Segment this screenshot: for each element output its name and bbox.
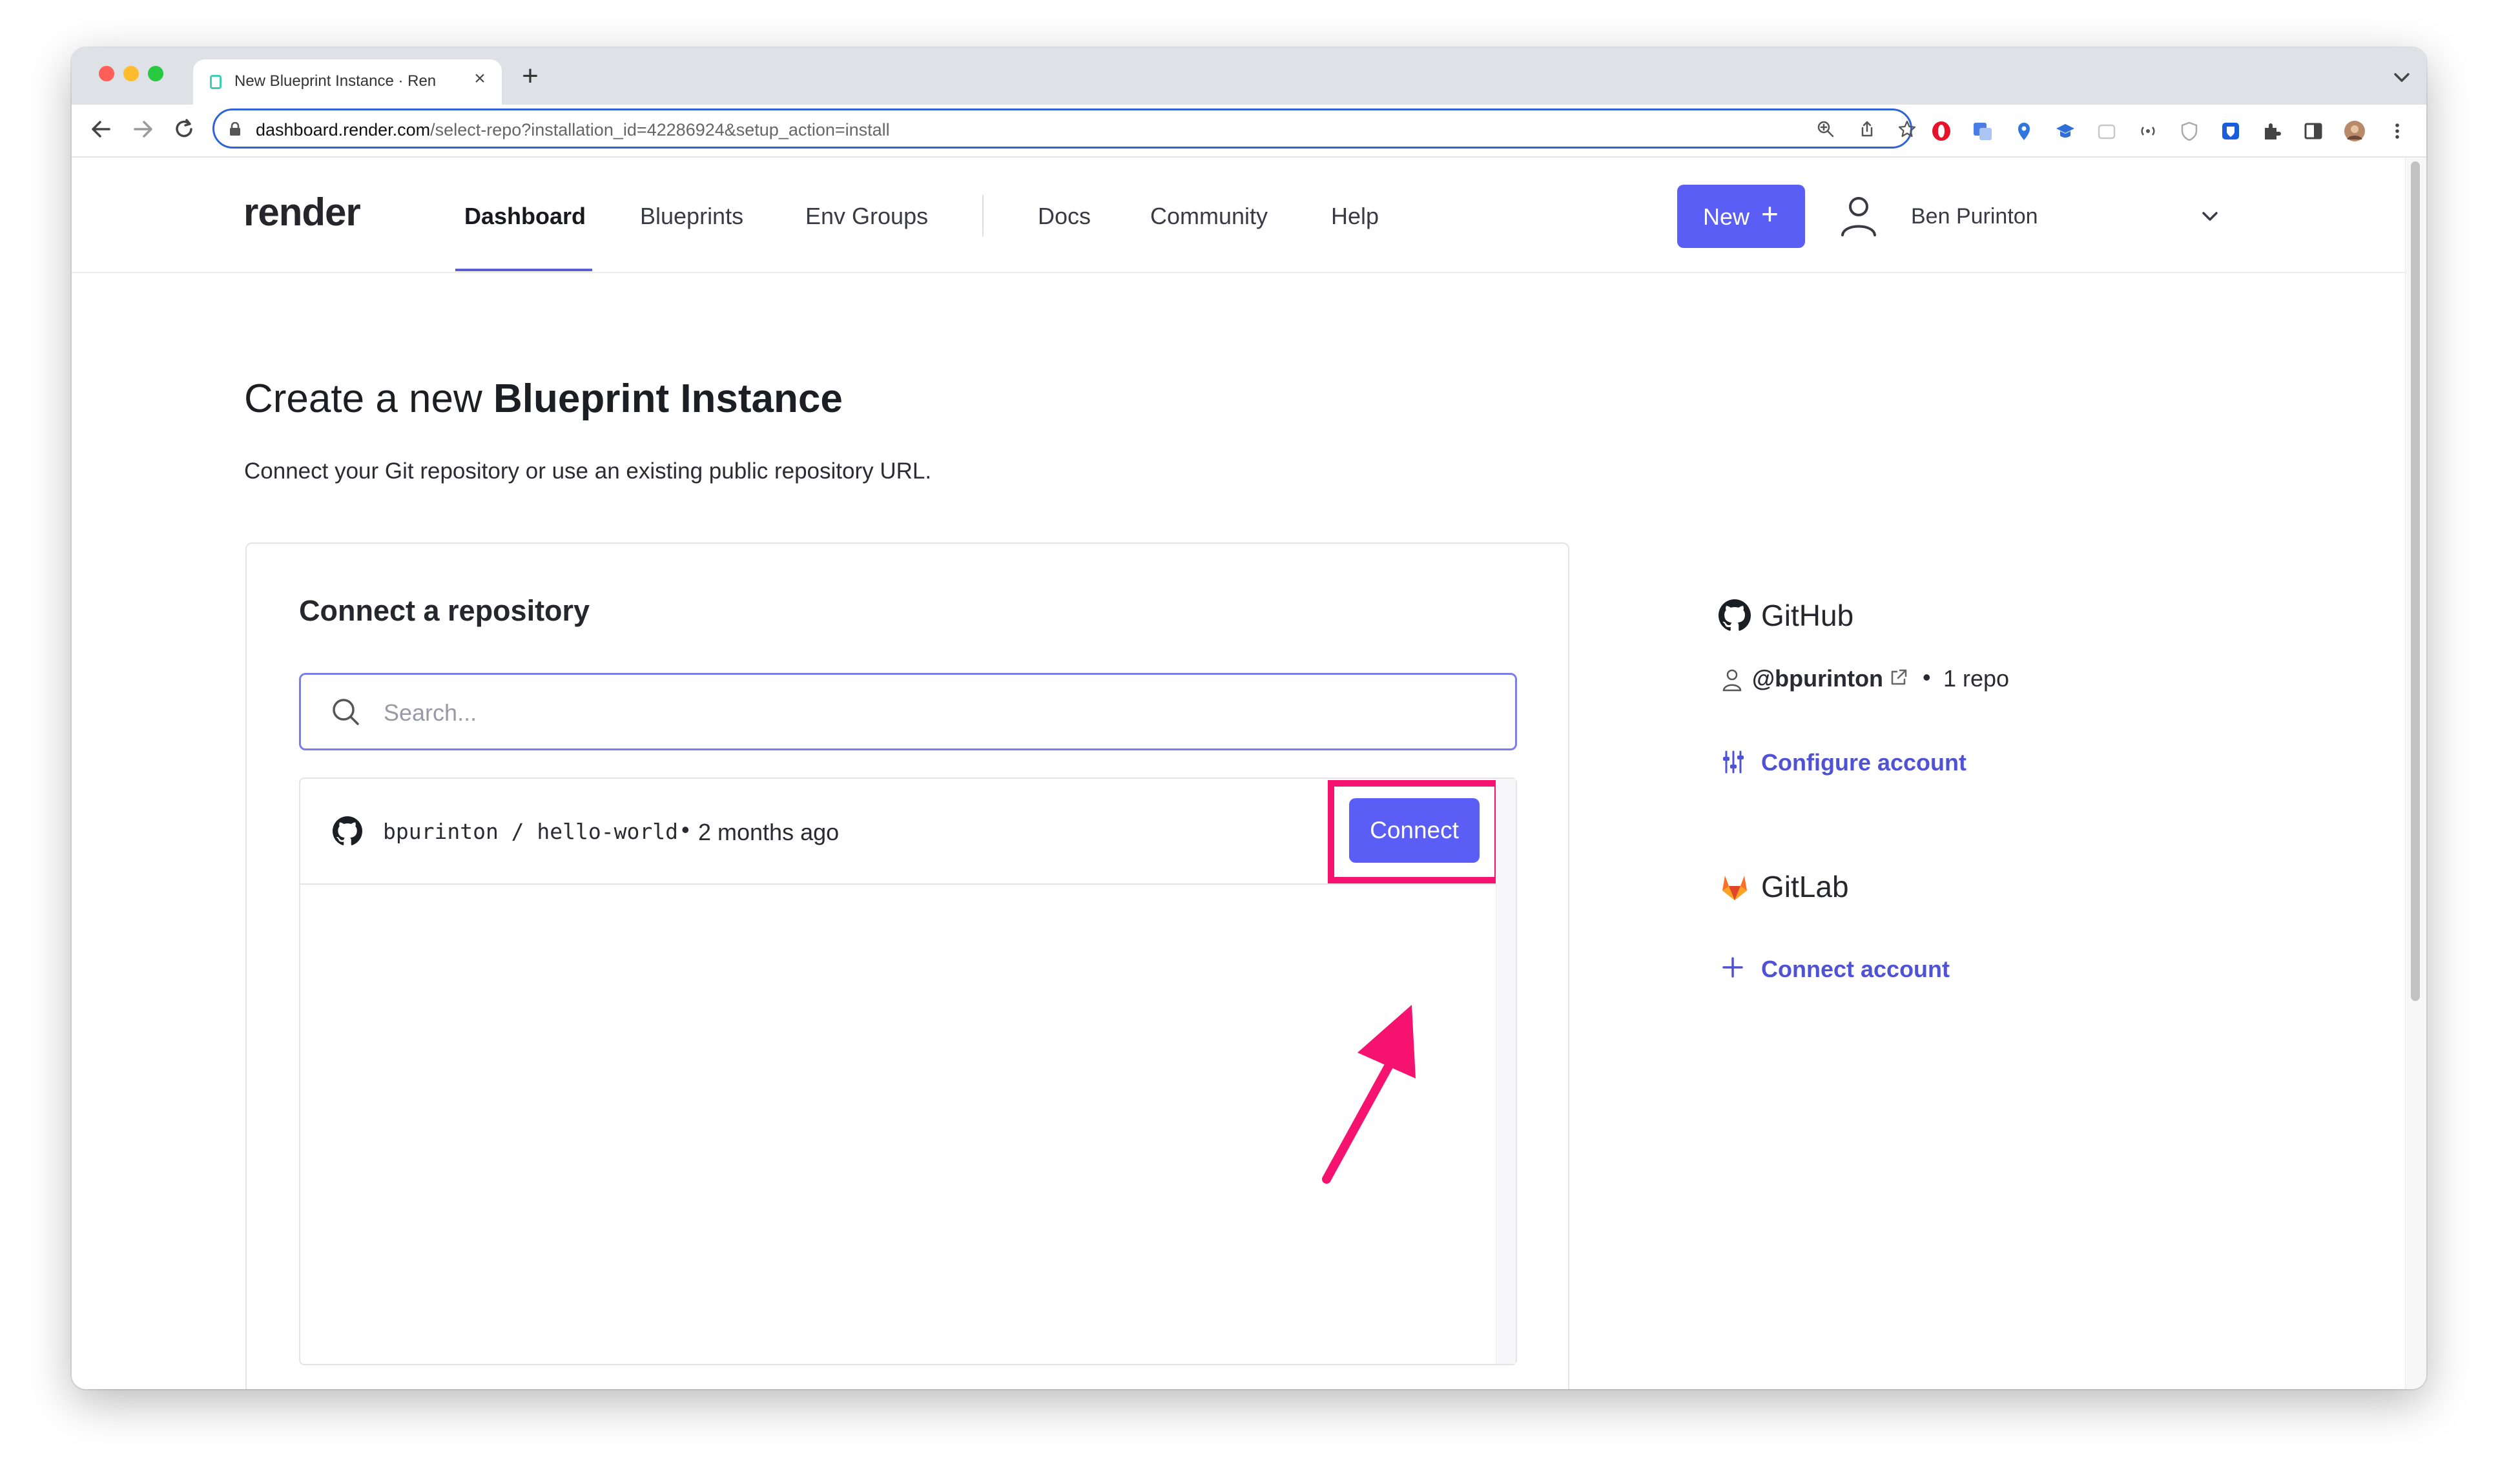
side-panel-icon[interactable] (2302, 120, 2324, 142)
bookmark-star-icon[interactable] (1897, 119, 1917, 139)
share-icon[interactable] (1857, 119, 1877, 139)
close-window-button[interactable] (99, 66, 114, 81)
repo-name: bpurinton / hello-world (383, 819, 678, 844)
connect-repo-card: Connect a repository Search... bpurinton… (245, 542, 1569, 1389)
app-navbar: render Dashboard Blueprints Env Groups D… (72, 158, 2406, 273)
opera-extension-icon[interactable] (1930, 120, 1952, 142)
github-username[interactable]: @bpurinton (1752, 665, 1883, 692)
reload-icon[interactable] (170, 115, 198, 143)
nav-help[interactable]: Help (1331, 203, 1379, 230)
chevron-down-icon[interactable] (2199, 207, 2221, 226)
github-separator: • (1923, 664, 1931, 690)
url-domain: dashboard.render.com (256, 120, 431, 139)
page-scrollbar[interactable] (2405, 158, 2426, 1389)
repo-row: bpurinton / hello-world • 2 months ago C… (300, 779, 1501, 885)
address-bar[interactable]: dashboard.render.com/select-repo?install… (212, 108, 1916, 149)
tab-search-chevron-icon[interactable] (2389, 65, 2415, 90)
forward-arrow-icon[interactable] (129, 115, 157, 143)
signal-extension-icon[interactable] (2137, 120, 2159, 142)
configure-account-link[interactable]: Configure account (1761, 749, 1966, 776)
location-extension-icon[interactable] (2013, 120, 2035, 142)
search-placeholder: Search... (384, 699, 477, 726)
page-title-prefix: Create a new (244, 376, 482, 421)
page-title-bold: Blueprint Instance (493, 376, 843, 421)
tab-close-button[interactable]: × (470, 68, 490, 89)
page-scrollbar-thumb[interactable] (2411, 161, 2420, 1001)
nav-community[interactable]: Community (1150, 203, 1268, 230)
nav-blueprints[interactable]: Blueprints (640, 203, 743, 230)
zoom-icon[interactable] (1816, 119, 1835, 139)
page-title: Create a new Blueprint Instance (244, 376, 843, 422)
new-button-label: New (1703, 203, 1750, 230)
tab-title: New Blueprint Instance · Ren (234, 72, 437, 90)
extensions-puzzle-icon[interactable] (2261, 120, 2283, 142)
repo-separator: • (681, 816, 690, 843)
translate-extension-icon[interactable] (1972, 120, 1994, 142)
gitlab-icon (1722, 876, 1747, 900)
user-avatar-icon[interactable] (1839, 192, 1879, 239)
nav-env-groups[interactable]: Env Groups (805, 203, 928, 230)
puzzle-gray-extension-icon[interactable] (2096, 120, 2118, 142)
github-icon (333, 816, 362, 845)
browser-window: New Blueprint Instance · Ren × + dashboa… (72, 48, 2426, 1389)
external-link-icon[interactable] (1888, 666, 1910, 688)
github-repo-count: 1 repo (1943, 665, 2010, 692)
render-favicon-icon (210, 75, 222, 89)
graduation-extension-icon[interactable] (2054, 120, 2076, 142)
user-name[interactable]: Ben Purinton (1911, 204, 2038, 229)
github-icon (1719, 599, 1751, 631)
tab-strip: New Blueprint Instance · Ren × + (72, 48, 2426, 105)
pointer-arrow-annotation (1322, 1005, 1416, 1184)
url-text: dashboard.render.com/select-repo?install… (256, 120, 890, 140)
search-icon (333, 699, 359, 725)
lock-icon (230, 122, 240, 136)
profile-avatar-icon[interactable] (2344, 120, 2366, 142)
render-logo[interactable]: render (243, 190, 361, 234)
bitwarden-extension-icon[interactable] (2220, 120, 2242, 142)
repo-list-scrollbar[interactable] (1496, 779, 1516, 1364)
zoom-window-button[interactable] (148, 66, 163, 81)
minimize-window-button[interactable] (123, 66, 139, 81)
repo-search-input[interactable]: Search... (299, 673, 1517, 750)
nav-active-indicator (455, 269, 592, 271)
plus-icon (1722, 957, 1743, 978)
gitlab-heading: GitLab (1761, 870, 1849, 903)
nav-docs[interactable]: Docs (1038, 203, 1091, 230)
nav-dashboard[interactable]: Dashboard (464, 203, 586, 230)
browser-menu-icon[interactable] (2386, 120, 2408, 142)
url-path: /select-repo?installation_id=42286924&se… (430, 120, 890, 139)
back-arrow-icon[interactable] (87, 115, 116, 143)
shield-extension-icon[interactable] (2178, 120, 2200, 142)
repo-updated: 2 months ago (698, 819, 840, 845)
nav-divider (982, 195, 984, 236)
plus-icon: + (1761, 197, 1779, 231)
card-title: Connect a repository (299, 594, 590, 627)
sliders-icon (1723, 750, 1744, 774)
new-tab-button[interactable]: + (516, 62, 544, 92)
user-icon (1722, 669, 1742, 692)
github-heading: GitHub (1761, 599, 1854, 632)
new-button[interactable]: New + (1677, 185, 1805, 248)
browser-tab-active[interactable]: New Blueprint Instance · Ren × (193, 59, 502, 105)
page-content: render Dashboard Blueprints Env Groups D… (72, 158, 2406, 1389)
connect-gitlab-account-link[interactable]: Connect account (1761, 956, 1950, 983)
connect-repo-button[interactable]: Connect (1349, 798, 1480, 863)
page-subtitle: Connect your Git repository or use an ex… (244, 459, 932, 484)
browser-toolbar: dashboard.render.com/select-repo?install… (72, 105, 2426, 158)
